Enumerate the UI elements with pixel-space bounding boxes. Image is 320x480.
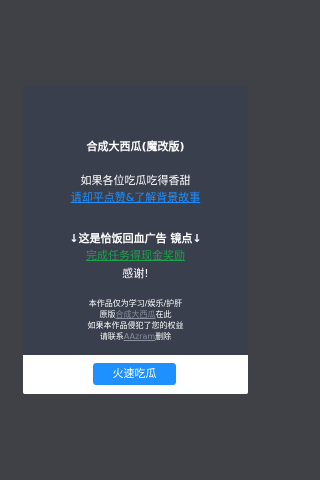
dialog-title: 合成大西瓜(魔改版) xyxy=(86,140,185,153)
notice-line-2: 原版合成大西瓜在此 xyxy=(23,310,248,320)
story-link[interactable]: 请却平点赞&了解背景故事 xyxy=(23,189,248,205)
notice-original-suffix: 在此 xyxy=(155,310,172,319)
ad-task-link[interactable]: 完成任务得现金奖励 xyxy=(23,247,248,263)
notice-line-1: 本作品仅为学习/娱乐/护肝 xyxy=(88,299,183,308)
thanks-text: 感谢! xyxy=(122,267,149,280)
dialog-body: 合成大西瓜(魔改版) 如果各位吃瓜吃得香甜 请却平点赞&了解背景故事 ↓这是恰饭… xyxy=(23,86,248,355)
notice-original-prefix: 原版 xyxy=(99,310,116,319)
notice-line-4: 请联系AAzram删除 xyxy=(23,332,248,342)
dialog-footer: 火速吃瓜 xyxy=(23,355,248,394)
notice-contact-suffix: 删除 xyxy=(155,332,172,341)
ad-notice: ↓这是恰饭回血广告 镜点↓ xyxy=(69,232,202,245)
notice-contact-prefix: 请联系 xyxy=(99,332,124,341)
contact-author-link[interactable]: AAzram xyxy=(124,332,155,341)
notice-line-3: 如果本作品侵犯了您的权益 xyxy=(87,321,184,330)
start-game-button[interactable]: 火速吃瓜 xyxy=(93,363,176,385)
original-game-link[interactable]: 合成大西瓜 xyxy=(116,310,156,319)
prompt-text: 如果各位吃瓜吃得香甜 xyxy=(80,174,191,187)
intro-dialog: 合成大西瓜(魔改版) 如果各位吃瓜吃得香甜 请却平点赞&了解背景故事 ↓这是恰饭… xyxy=(23,86,248,394)
